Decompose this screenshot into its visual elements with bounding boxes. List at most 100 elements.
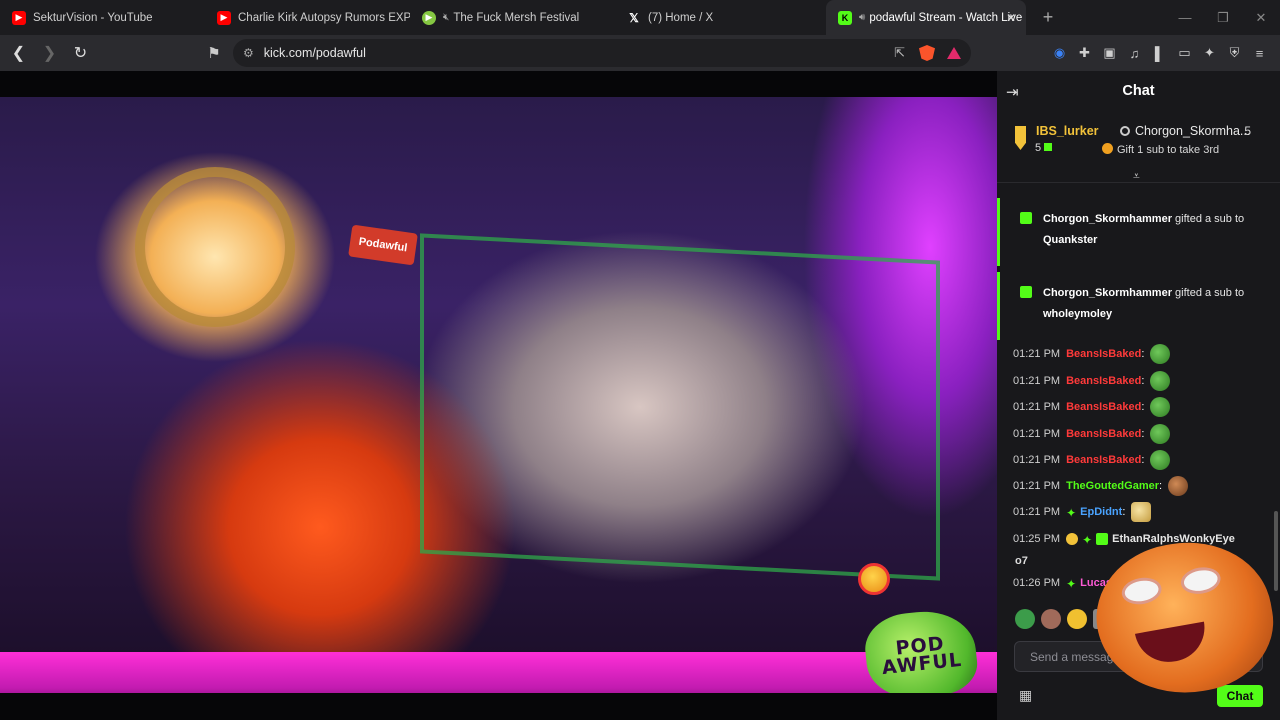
extension-icon[interactable]: ◉ bbox=[1047, 45, 1072, 61]
pepe-emote-icon bbox=[1150, 424, 1171, 444]
media-icon[interactable]: ♫ bbox=[1122, 46, 1147, 61]
window-controls: — ❐ ✕ bbox=[1166, 0, 1280, 35]
message-user[interactable]: BeansIsBaked bbox=[1066, 348, 1141, 360]
tab-charlie-kirk[interactable]: ▶ Charlie Kirk Autopsy Rumors EXPLAI bbox=[205, 0, 410, 35]
share-icon[interactable]: ⇱ bbox=[894, 45, 905, 61]
collapse-chat-icon[interactable]: ⇥ bbox=[1006, 83, 1019, 101]
overlay-emote-image bbox=[1085, 528, 1280, 708]
message-user[interactable]: BeansIsBaked bbox=[1066, 454, 1141, 466]
brave-shields-icon[interactable] bbox=[919, 45, 935, 61]
brave-rewards-icon[interactable] bbox=[947, 47, 961, 59]
minimize-icon[interactable]: — bbox=[1166, 10, 1204, 25]
message-time: 01:26 PM bbox=[1013, 577, 1061, 589]
leo-icon[interactable]: ✦ bbox=[1197, 45, 1222, 61]
podawful-logo: POD AWFUL bbox=[861, 606, 981, 693]
sidebar-icon[interactable]: ▌ bbox=[1147, 46, 1172, 61]
new-tab-button[interactable]: + bbox=[1034, 4, 1062, 32]
gifter-name[interactable]: Chorgon_Skormhammer bbox=[1043, 287, 1172, 299]
quick-emote-icon[interactable] bbox=[1015, 609, 1035, 629]
address-bar[interactable]: ⚙ kick.com/podawful ⇱ bbox=[233, 39, 971, 67]
tab-strip: ▶ SekturVision - YouTube ▶ Charlie Kirk … bbox=[0, 0, 1280, 35]
leader-first-count: 5 bbox=[1035, 142, 1053, 154]
stream-video[interactable]: Podawful POD AWFUL bbox=[0, 97, 997, 693]
tab-mersh-festival[interactable]: ▶ 🔇︎ The Fuck Mersh Festival bbox=[410, 0, 615, 35]
video-player[interactable]: Podawful POD AWFUL bbox=[0, 71, 997, 720]
wallet-icon[interactable]: ▭ bbox=[1172, 45, 1197, 61]
gifter-name[interactable]: Chorgon_Skormhammer bbox=[1043, 213, 1172, 225]
message-time: 01:21 PM bbox=[1013, 401, 1061, 413]
maximize-icon[interactable]: ❐ bbox=[1204, 10, 1242, 26]
gifter-badge-icon bbox=[1096, 533, 1109, 545]
chat-title: Chat bbox=[1122, 83, 1155, 99]
message-colon: : bbox=[1141, 401, 1145, 413]
forward-button[interactable]: ❯ bbox=[37, 38, 62, 68]
chat-message: 01:21 PM BeansIsBaked: bbox=[1013, 343, 1171, 365]
sparkle-badge-icon: ✦ bbox=[1066, 577, 1077, 591]
emote-eye bbox=[1119, 574, 1164, 608]
chat-message-continued: o7 bbox=[1015, 550, 1028, 572]
gift-prompt[interactable]: Gift 1 sub to take 3rd bbox=[1102, 143, 1219, 156]
url-text[interactable]: kick.com/podawful bbox=[264, 46, 366, 60]
pepe-emote-icon bbox=[1150, 371, 1171, 391]
leader-first-name[interactable]: IBS_lurker bbox=[1036, 124, 1099, 138]
recipient-name[interactable]: wholeymoley bbox=[1043, 308, 1112, 320]
reload-button[interactable]: ↻ bbox=[68, 38, 93, 68]
bookmark-icon[interactable]: ⚑ bbox=[203, 44, 225, 62]
message-colon: : bbox=[1141, 428, 1145, 440]
send-chat-button[interactable]: Chat bbox=[1217, 685, 1263, 707]
speaker-icon[interactable]: 🔊︎ bbox=[859, 12, 865, 23]
message-user[interactable]: EpDidnt bbox=[1080, 506, 1122, 518]
message-user[interactable]: BeansIsBaked bbox=[1066, 401, 1141, 413]
close-window-icon[interactable]: ✕ bbox=[1242, 10, 1280, 26]
chat-message: 01:21 PM BeansIsBaked: bbox=[1013, 423, 1171, 445]
message-time: 01:21 PM bbox=[1013, 375, 1061, 387]
menu-icon[interactable]: ≡ bbox=[1247, 46, 1272, 61]
pepe-emote-icon bbox=[1150, 344, 1171, 364]
back-button[interactable]: ❮ bbox=[6, 38, 31, 68]
close-tab-icon[interactable]: ✕ bbox=[1006, 11, 1016, 25]
message-time: 01:21 PM bbox=[1013, 428, 1061, 440]
sparkle-badge-icon: ✦ bbox=[1066, 506, 1077, 520]
youtube-icon: ▶ bbox=[12, 10, 26, 25]
youtube-icon: ▶ bbox=[217, 10, 231, 25]
message-time: 01:21 PM bbox=[1013, 348, 1061, 360]
message-time: 01:21 PM bbox=[1013, 454, 1061, 466]
screenshot-icon[interactable]: ▣ bbox=[1097, 45, 1122, 61]
store-icon[interactable]: ▦ bbox=[1019, 687, 1032, 704]
vpn-icon[interactable]: ⛨ bbox=[1222, 45, 1247, 61]
chat-message: 01:21 PM BeansIsBaked: bbox=[1013, 449, 1171, 471]
message-time: 01:25 PM bbox=[1013, 533, 1061, 545]
gift-action: gifted a sub to bbox=[1175, 287, 1245, 299]
hands-emote-icon bbox=[1131, 502, 1152, 522]
tab-sekturvision[interactable]: ▶ SekturVision - YouTube bbox=[0, 0, 205, 35]
message-user[interactable]: BeansIsBaked bbox=[1066, 375, 1141, 387]
puzzle-icon[interactable]: ✚ bbox=[1072, 45, 1097, 61]
chat-message: 01:21 PM TheGoutedGamer: bbox=[1013, 475, 1189, 497]
quick-emote-icon[interactable] bbox=[1041, 609, 1061, 629]
gift-text: Chorgon_Skormhammer gifted a sub to Quan… bbox=[1043, 209, 1273, 251]
message-user[interactable]: BeansIsBaked bbox=[1066, 428, 1141, 440]
gift-prompt-text: Gift 1 sub to take 3rd bbox=[1117, 144, 1220, 156]
tab-x-home[interactable]: 𝕏 (7) Home / X bbox=[615, 0, 820, 35]
message-user[interactable]: TheGoutedGamer bbox=[1066, 480, 1159, 492]
subscriber-badge-icon bbox=[1066, 533, 1079, 545]
sub-gift-icon bbox=[1044, 143, 1053, 151]
recipient-name[interactable]: Quankster bbox=[1043, 234, 1097, 246]
background-monitor bbox=[420, 233, 940, 581]
site-settings-icon[interactable]: ⚙ bbox=[243, 46, 254, 60]
pinned-expand-icon[interactable]: ⩡ bbox=[1133, 169, 1140, 184]
browser-toolbar: ❮ ❯ ↻ ⚑ ⚙ kick.com/podawful ⇱ ◉ ✚ ▣ ♫ ▌ … bbox=[0, 35, 1280, 71]
chat-message: 01:21 PM ✦ EpDidnt: bbox=[1013, 501, 1152, 523]
message-colon: : bbox=[1141, 454, 1145, 466]
tab-podawful-stream[interactable]: K 🔊︎ podawful Stream - Watch Live ✕ bbox=[826, 0, 1026, 35]
emote-mouth bbox=[1134, 621, 1210, 668]
chat-scrollbar[interactable] bbox=[1274, 511, 1278, 591]
badge-icon bbox=[1120, 126, 1130, 136]
leader-second-name[interactable]: Chorgon_Skormha... bbox=[1120, 124, 1250, 138]
muted-speaker-icon[interactable]: 🔇︎ bbox=[443, 12, 449, 23]
gift-icon bbox=[1020, 286, 1032, 298]
kick-icon: K bbox=[838, 10, 852, 25]
second-name-text: Chorgon_Skormha... bbox=[1135, 124, 1251, 138]
quick-emote-icon[interactable] bbox=[1067, 609, 1087, 629]
tab-title: Charlie Kirk Autopsy Rumors EXPLAI bbox=[238, 11, 410, 24]
